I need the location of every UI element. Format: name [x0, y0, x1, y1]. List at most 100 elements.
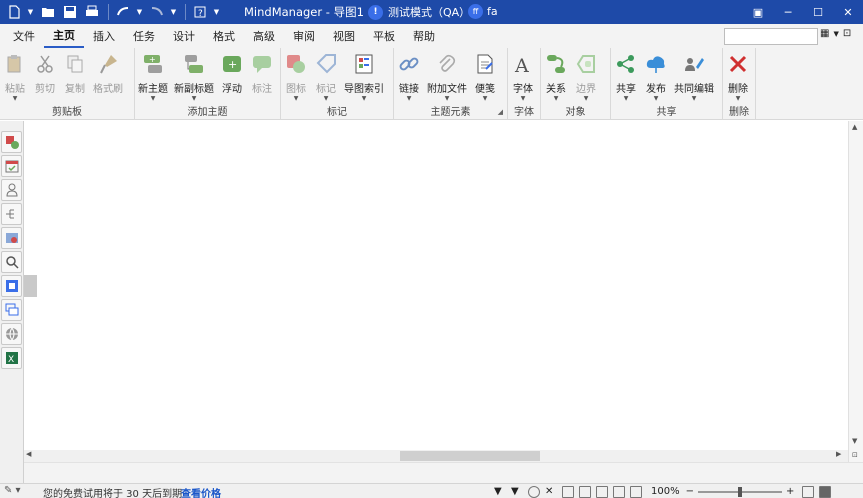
- copy-button[interactable]: 复制: [60, 51, 90, 104]
- status-tools: ▼ ▼ ✕ 100% − +: [494, 484, 836, 498]
- tab-help[interactable]: 帮助: [404, 24, 444, 48]
- chevron-down-icon[interactable]: ▼: [833, 30, 838, 38]
- view-pricing-link[interactable]: 查看价格: [181, 485, 221, 498]
- maximize-icon[interactable]: ☐: [803, 0, 833, 24]
- filter-options-icon[interactable]: ▼: [511, 486, 523, 498]
- tab-view[interactable]: 视图: [324, 24, 364, 48]
- task-pane-icon[interactable]: [1, 155, 22, 177]
- map-index-button[interactable]: 导图索引 ▼: [341, 51, 387, 104]
- resources-pane-icon[interactable]: [1, 179, 22, 201]
- horizontal-scrollbar[interactable]: ◀ ▶: [24, 450, 848, 462]
- minimize-icon[interactable]: ─: [773, 0, 803, 24]
- print-icon[interactable]: [82, 2, 102, 22]
- focus-icon[interactable]: [528, 485, 540, 498]
- filter-icon[interactable]: ▼: [494, 486, 506, 498]
- dialog-launcher-icon[interactable]: ◢: [498, 108, 503, 116]
- tab-insert[interactable]: 插入: [84, 24, 124, 48]
- redo-dropdown-icon[interactable]: ▼: [169, 2, 178, 22]
- floating-topic-button[interactable]: + 浮动: [217, 51, 247, 104]
- redo-icon[interactable]: [147, 2, 167, 22]
- scroll-left-icon[interactable]: ◀: [26, 450, 31, 458]
- zoom-in-icon[interactable]: +: [786, 486, 794, 497]
- library-pane-icon[interactable]: [1, 227, 22, 249]
- ribbon-display-options-icon[interactable]: ▣: [743, 0, 773, 24]
- fit-window-icon[interactable]: [802, 485, 815, 498]
- paste-button[interactable]: 粘贴 ▼: [0, 51, 30, 104]
- layout-icon[interactable]: ▦: [820, 28, 829, 39]
- presentation-icon[interactable]: [630, 485, 642, 498]
- format-painter-button[interactable]: 格式刷: [90, 51, 126, 104]
- tag-status-icon[interactable]: [613, 485, 625, 498]
- delete-button[interactable]: 删除 ▼: [723, 51, 753, 104]
- tag-label: 标记: [316, 84, 336, 95]
- scroll-down-icon[interactable]: ▼: [852, 437, 857, 445]
- font-button[interactable]: A 字体 ▼: [508, 51, 538, 104]
- scroll-right-icon[interactable]: ▶: [836, 450, 841, 458]
- index-icon[interactable]: [596, 485, 608, 498]
- chevron-down-icon[interactable]: ▼: [26, 2, 35, 22]
- tab-design[interactable]: 设计: [164, 24, 204, 48]
- map-canvas[interactable]: [37, 121, 847, 450]
- markers-pane-icon[interactable]: [1, 131, 22, 153]
- attach-file-button[interactable]: 附加文件 ▼: [424, 51, 470, 104]
- overview-pane-icon[interactable]: [1, 275, 22, 297]
- cut-button[interactable]: 剪切: [30, 51, 60, 104]
- edit-pencil-icon[interactable]: ✎ ▾: [4, 485, 21, 496]
- collapse-ribbon-icon[interactable]: ⊡: [843, 28, 851, 39]
- sidebar-splitter[interactable]: [24, 275, 37, 297]
- save-icon[interactable]: [60, 2, 80, 22]
- publish-button[interactable]: 发布 ▼: [641, 51, 671, 104]
- tab-advanced[interactable]: 高级: [244, 24, 284, 48]
- outline-view-icon[interactable]: [562, 485, 574, 498]
- scroll-up-icon[interactable]: ▲: [852, 123, 857, 131]
- zoom-out-icon[interactable]: −: [686, 486, 694, 497]
- zoom-slider[interactable]: [697, 486, 782, 497]
- tab-review[interactable]: 审阅: [284, 24, 324, 48]
- tab-format[interactable]: 格式: [204, 24, 244, 48]
- tab-tablet[interactable]: 平板: [364, 24, 404, 48]
- slides-pane-icon[interactable]: [1, 299, 22, 321]
- fit-map-icon[interactable]: ⊡: [852, 451, 858, 459]
- help-icon[interactable]: ?: [190, 2, 210, 22]
- tab-task[interactable]: 任务: [124, 24, 164, 48]
- browser-pane-icon[interactable]: [1, 323, 22, 345]
- icon-label: 图标: [286, 84, 306, 95]
- layout-mode-icon[interactable]: [819, 485, 832, 498]
- undo-icon[interactable]: [113, 2, 133, 22]
- new-subtopic-button[interactable]: 新副标题 ▼: [171, 51, 217, 104]
- share-button[interactable]: 共享 ▼: [611, 51, 641, 104]
- relationship-button[interactable]: 关系 ▼: [541, 51, 571, 104]
- close-icon[interactable]: ✕: [833, 0, 863, 24]
- clear-filter-icon[interactable]: ✕: [545, 486, 557, 498]
- vertical-scrollbar[interactable]: ▲ ▼ ⊡: [848, 121, 863, 462]
- link-button[interactable]: 链接 ▼: [394, 51, 424, 104]
- calendar-icon[interactable]: [579, 485, 591, 498]
- excel-pane-icon[interactable]: X: [1, 347, 22, 369]
- link-label: 链接: [399, 84, 419, 95]
- paste-label: 粘贴: [5, 84, 25, 95]
- boundary-button[interactable]: 边界 ▼: [571, 51, 601, 104]
- notes-button[interactable]: 便笺 ▼: [470, 51, 500, 104]
- search-input[interactable]: [724, 28, 818, 45]
- test-mode-badge[interactable]: ! 测试模式（QA）: [368, 4, 470, 20]
- icon-button[interactable]: 图标 ▼: [281, 51, 311, 104]
- co-edit-button[interactable]: 共同编辑 ▼: [671, 51, 717, 104]
- map-parts-pane-icon[interactable]: [1, 203, 22, 225]
- callout-button[interactable]: 标注: [247, 51, 277, 104]
- marker-icon: [285, 53, 307, 75]
- ribbon-tabs: 文件 主页 插入 任务 设计 格式 高级 审阅 视图 平板 帮助 ▦ ▼ ⊡: [0, 24, 863, 48]
- tag-button[interactable]: 标记 ▼: [311, 51, 341, 104]
- horizontal-scroll-thumb[interactable]: [400, 451, 540, 461]
- window-controls: ▣ ─ ☐ ✕: [743, 0, 863, 24]
- tab-home[interactable]: 主页: [44, 24, 84, 48]
- tab-file[interactable]: 文件: [4, 24, 44, 48]
- new-file-icon[interactable]: [4, 2, 24, 22]
- new-topic-button[interactable]: + 新主题 ▼: [135, 51, 171, 104]
- zoom-slider-thumb[interactable]: [737, 486, 742, 497]
- customize-qat-icon[interactable]: ▼: [212, 2, 221, 22]
- undo-dropdown-icon[interactable]: ▼: [135, 2, 144, 22]
- user-account[interactable]: ff fa: [468, 4, 498, 19]
- zoom-level[interactable]: 100%: [651, 486, 680, 497]
- search-pane-icon[interactable]: [1, 251, 22, 273]
- open-folder-icon[interactable]: [38, 2, 58, 22]
